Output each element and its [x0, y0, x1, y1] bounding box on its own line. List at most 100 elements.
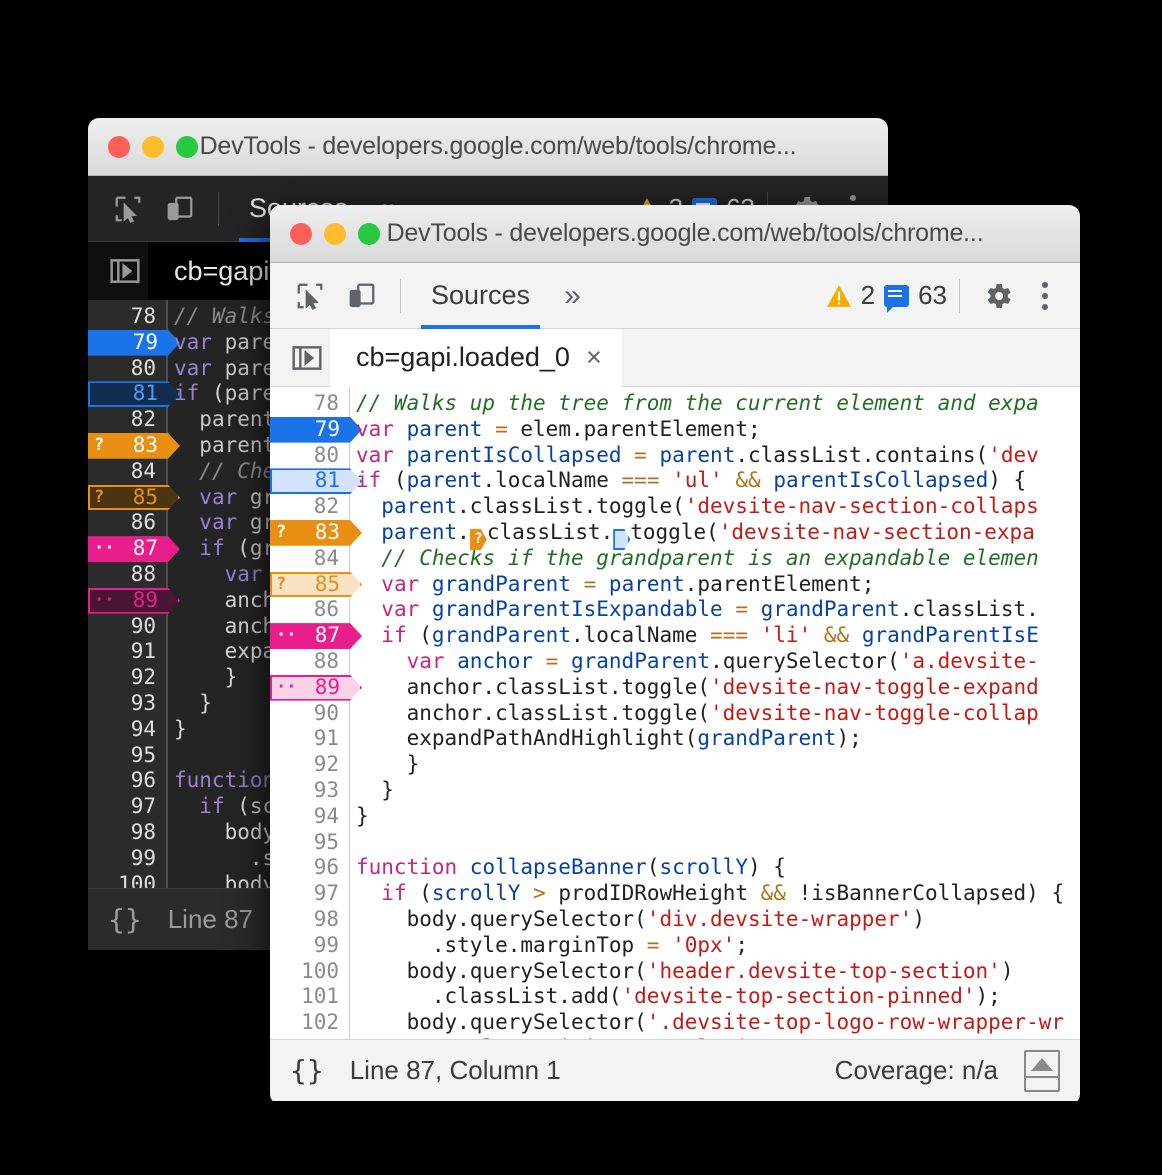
device-toolbar-icon[interactable] [336, 270, 388, 322]
code-line[interactable]: expandPathAndHighlight(grandParent); [350, 726, 1080, 752]
gutter-line[interactable]: 98 [270, 907, 349, 933]
code-line[interactable]: body.querySelector('header.devsite-top-s… [350, 959, 1080, 985]
back-titlebar[interactable]: DevTools - developers.google.com/web/too… [88, 118, 888, 176]
code-line[interactable] [350, 830, 1080, 856]
code-line[interactable]: function collapseBanner(scrollY) { [350, 855, 1080, 881]
gutter-line[interactable]: 78 [270, 391, 349, 417]
gutter-line[interactable]: 99 [270, 933, 349, 959]
pretty-print-button[interactable]: {} [290, 1054, 324, 1087]
gutter-line[interactable]: 100 [270, 959, 349, 985]
inspect-cursor-icon[interactable] [284, 270, 336, 322]
devtools-window-front[interactable]: DevTools - developers.google.com/web/too… [270, 205, 1080, 1105]
gutter-line[interactable]: 81 [88, 381, 166, 407]
code-line[interactable]: .style.marginTop = '0px'; [350, 933, 1080, 959]
gutter-line[interactable]: 84 [270, 546, 349, 572]
gutter-line[interactable]: ?83 [88, 433, 166, 459]
breakpoint-marker-orange[interactable]: ?83 [270, 520, 362, 546]
gutter-line[interactable]: 95 [270, 830, 349, 856]
gutter-line[interactable]: 80 [270, 443, 349, 469]
pretty-print-button[interactable]: {} [108, 903, 142, 936]
front-window-controls[interactable] [290, 223, 380, 245]
gutter-line[interactable]: ?85 [88, 485, 166, 511]
close-button[interactable] [108, 136, 130, 158]
gutter-line[interactable]: 82 [270, 494, 349, 520]
code-line[interactable]: } [350, 752, 1080, 778]
code-line[interactable]: anchor.classList.toggle('devsite-nav-tog… [350, 701, 1080, 727]
breakpoint-marker-pink-pale[interactable]: ··89 [270, 675, 362, 701]
gutter-line[interactable]: 98 [88, 820, 166, 846]
front-file-tabstrip[interactable]: cb=gapi.loaded_0 × [270, 329, 1080, 387]
code-line[interactable]: .classList.add('devsite-top-section-pinn… [350, 984, 1080, 1010]
gutter-line[interactable]: ··89 [270, 675, 349, 701]
more-panels-icon[interactable]: » [548, 279, 597, 313]
gear-icon[interactable] [972, 270, 1024, 322]
breakpoint-marker-orange-pale[interactable]: ?85 [88, 485, 180, 511]
code-line[interactable]: parent.?classList. toggle('devsite-nav-s… [350, 520, 1080, 546]
gutter-line[interactable]: 79 [88, 330, 166, 356]
gutter-line[interactable]: 94 [270, 804, 349, 830]
breakpoint-marker-blue-pale[interactable]: 81 [88, 381, 180, 407]
breakpoint-marker-blue[interactable]: 79 [270, 417, 362, 443]
gutter-line[interactable]: 94 [88, 717, 166, 743]
breakpoint-marker-pink[interactable]: ··87 [88, 536, 180, 562]
gutter-line[interactable]: 88 [270, 649, 349, 675]
breakpoint-marker-blue-pale[interactable]: 81 [270, 468, 362, 494]
code-line[interactable]: if (parent.localName === 'ul' && parentI… [350, 468, 1080, 494]
gutter-line[interactable]: 90 [270, 701, 349, 727]
code-line[interactable]: if (scrollY > prodIDRowHeight && !isBann… [350, 881, 1080, 907]
code-line[interactable]: if (grandParent.localName === 'li' && gr… [350, 623, 1080, 649]
back-gutter[interactable]: 7879808182?8384?8586··8788··899091929394… [88, 300, 168, 888]
inspect-cursor-icon[interactable] [102, 183, 154, 235]
code-line[interactable]: var anchor = grandParent.querySelector('… [350, 649, 1080, 675]
device-toolbar-icon[interactable] [154, 183, 206, 235]
maximize-button[interactable] [358, 223, 380, 245]
code-line[interactable]: anchor.classList.toggle('devsite-nav-tog… [350, 675, 1080, 701]
gutter-line[interactable]: 101 [270, 984, 349, 1010]
gutter-line[interactable]: ?83 [270, 520, 349, 546]
gutter-line[interactable]: 97 [88, 794, 166, 820]
gutter-line[interactable]: 86 [270, 597, 349, 623]
front-code-editor[interactable]: 7879808182?8384?8586··8788··899091929394… [270, 387, 1080, 1039]
gutter-line[interactable]: 91 [270, 726, 349, 752]
gutter-line[interactable]: 81 [270, 468, 349, 494]
close-icon[interactable]: × [586, 344, 602, 371]
file-tab-front[interactable]: cb=gapi.loaded_0 × [330, 329, 622, 387]
code-line[interactable]: } [350, 804, 1080, 830]
gutter-line[interactable]: 103 [270, 1036, 349, 1039]
code-line[interactable]: var grandParent = parent.parentElement; [350, 572, 1080, 598]
code-line[interactable]: var parentIsCollapsed = parent.classList… [350, 443, 1080, 469]
gutter-line[interactable]: 96 [88, 768, 166, 794]
close-button[interactable] [290, 223, 312, 245]
breakpoint-marker-orange-pale[interactable]: ?85 [270, 572, 362, 598]
back-window-controls[interactable] [108, 136, 198, 158]
breakpoint-marker-orange[interactable]: ?83 [88, 433, 180, 459]
gutter-line[interactable]: 100 [88, 872, 166, 888]
code-line[interactable]: parent.classList.toggle('devsite-nav-sec… [350, 494, 1080, 520]
front-code-column[interactable]: // Walks up the tree from the current el… [350, 387, 1080, 1039]
gutter-line[interactable]: 93 [88, 691, 166, 717]
gutter-line[interactable]: 79 [270, 417, 349, 443]
gutter-line[interactable]: 82 [88, 407, 166, 433]
gutter-line[interactable]: 92 [88, 665, 166, 691]
front-statusbar[interactable]: {} Line 87, Column 1 Coverage: n/a [270, 1039, 1080, 1101]
front-issue-counters[interactable]: 2 63 [826, 280, 947, 311]
gutter-line[interactable]: 84 [88, 459, 166, 485]
front-gutter[interactable]: 7879808182?8384?8586··8788··899091929394… [270, 387, 350, 1039]
gutter-line[interactable]: 102 [270, 1010, 349, 1036]
code-line[interactable]: var grandParentIsExpandable = grandParen… [350, 597, 1080, 623]
gutter-line[interactable]: 97 [270, 881, 349, 907]
gutter-line[interactable]: 99 [88, 846, 166, 872]
navigator-toggle-icon[interactable] [284, 338, 330, 378]
gutter-line[interactable]: 93 [270, 778, 349, 804]
front-devtools-toolbar[interactable]: Sources » 2 63 [270, 263, 1080, 329]
maximize-button[interactable] [176, 136, 198, 158]
kebab-menu-icon[interactable] [1024, 282, 1066, 310]
gutter-line[interactable]: 96 [270, 855, 349, 881]
code-line[interactable]: var parent = elem.parentElement; [350, 417, 1080, 443]
breakpoint-marker-pink-pale[interactable]: ··89 [88, 588, 180, 614]
gutter-line[interactable]: 90 [88, 614, 166, 640]
front-titlebar[interactable]: DevTools - developers.google.com/web/too… [270, 205, 1080, 263]
gutter-line[interactable]: ··87 [88, 536, 166, 562]
code-line[interactable]: // Walks up the tree from the current el… [350, 391, 1080, 417]
code-line[interactable]: body.querySelector('div.devsite-wrapper'… [350, 907, 1080, 933]
